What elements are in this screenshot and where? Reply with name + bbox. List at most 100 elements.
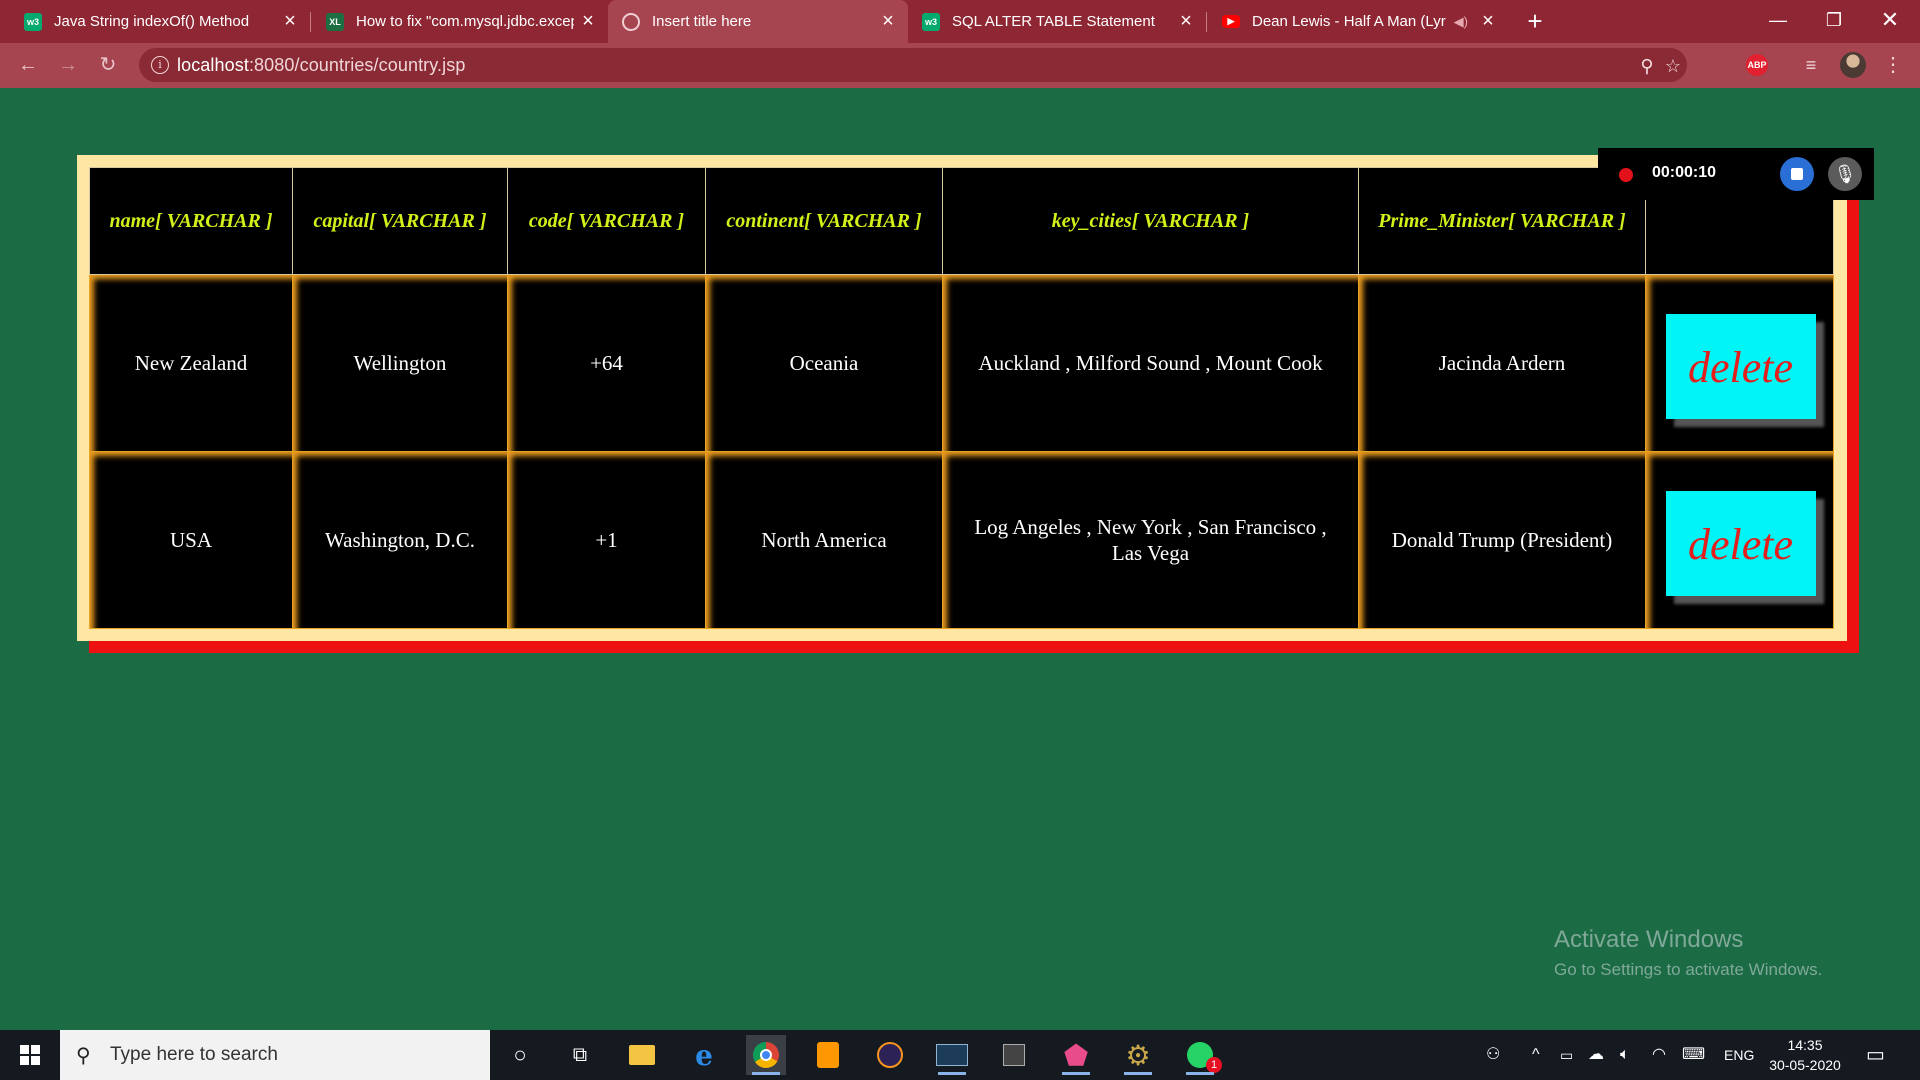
close-icon[interactable]: × xyxy=(574,10,602,33)
cell-key-cities: Auckland , Milford Sound , Mount Cook xyxy=(942,274,1359,452)
mysql-workbench-icon[interactable] xyxy=(932,1035,972,1075)
delete-button[interactable]: delete xyxy=(1665,313,1816,419)
eclipse-icon[interactable] xyxy=(870,1035,910,1075)
language-indicator[interactable]: ENG xyxy=(1724,1030,1754,1080)
delete-button[interactable]: delete xyxy=(1665,490,1816,596)
url-text[interactable]: localhost:8080/countries/country.jsp xyxy=(177,55,465,76)
cell-code: +1 xyxy=(507,451,706,629)
tab-title: Insert title here xyxy=(652,13,752,30)
sublime-text-icon[interactable] xyxy=(808,1035,848,1075)
cell-name: USA xyxy=(89,451,293,629)
reload-button[interactable]: ↻ xyxy=(94,51,122,79)
excel-icon: XL xyxy=(326,12,344,31)
new-tab-button[interactable]: + xyxy=(1518,4,1552,38)
speaker-icon[interactable]: ◀) xyxy=(1454,14,1468,30)
media-queue-icon[interactable]: ≡ xyxy=(1798,52,1824,78)
battery-icon[interactable]: ▭ xyxy=(1560,1030,1573,1080)
tab-java-indexof[interactable]: w3 Java String indexOf() Method × xyxy=(10,0,310,43)
keyboard-icon[interactable]: ⌨ xyxy=(1682,1030,1705,1080)
people-icon[interactable]: ⚇ xyxy=(1486,1030,1500,1080)
onedrive-icon[interactable]: ☁ xyxy=(1588,1030,1604,1080)
recording-timer: 00:00:10 xyxy=(1652,164,1717,181)
w3schools-icon: w3 xyxy=(24,12,42,31)
taskbar: ⚲ Type here to search ○ ⧉ e ⬟ ⚙ 1 ⚇ ^ ▭ … xyxy=(0,1030,1920,1080)
cell-name: New Zealand xyxy=(89,274,293,452)
recording-dot-icon xyxy=(1619,168,1633,182)
address-bar[interactable]: i localhost:8080/countries/country.jsp ⚲… xyxy=(139,48,1687,82)
countries-table: name[ VARCHAR ] capital[ VARCHAR ] code[… xyxy=(89,167,1834,629)
edge-icon[interactable]: e xyxy=(684,1035,724,1075)
tab-title: Java String indexOf() Method xyxy=(54,13,250,30)
cell-code: +64 xyxy=(507,274,706,452)
cell-continent: North America xyxy=(705,451,943,629)
wifi-icon[interactable]: ◠ xyxy=(1652,1030,1666,1080)
whatsapp-icon[interactable]: 1 xyxy=(1180,1035,1222,1075)
cortana-icon[interactable]: ○ xyxy=(500,1035,540,1075)
mic-muted-icon[interactable]: 🎙︎ xyxy=(1828,157,1862,191)
clock[interactable]: 14:35 30-05-2020 xyxy=(1760,1035,1850,1075)
close-icon[interactable]: × xyxy=(1474,10,1502,33)
menu-icon[interactable]: ⋮ xyxy=(1880,52,1906,78)
cell-capital: Wellington xyxy=(292,274,508,452)
cell-capital: Washington, D.C. xyxy=(292,451,508,629)
vscode-like-icon[interactable] xyxy=(994,1035,1034,1075)
watermark-title: Activate Windows xyxy=(1554,926,1744,953)
show-hidden-icons[interactable]: ^ xyxy=(1532,1030,1540,1080)
cell-prime-minister: Jacinda Ardern xyxy=(1358,274,1646,452)
table-row: USA Washington, D.C. +1 North America Lo… xyxy=(89,451,1834,629)
countries-table-container: name[ VARCHAR ] capital[ VARCHAR ] code[… xyxy=(77,155,1847,641)
close-icon[interactable]: × xyxy=(276,10,304,33)
cell-continent: Oceania xyxy=(705,274,943,452)
file-explorer-icon[interactable] xyxy=(622,1035,662,1075)
watermark-subtitle: Go to Settings to activate Windows. xyxy=(1554,960,1823,979)
activate-windows-watermark: Activate Windows Go to Settings to activ… xyxy=(1554,926,1822,980)
tab-mysql-fix[interactable]: XL How to fix "com.mysql.jdbc.excep × xyxy=(312,0,608,43)
taskbar-search[interactable]: ⚲ Type here to search xyxy=(60,1030,490,1080)
notifications-icon[interactable]: ▭ xyxy=(1866,1030,1885,1080)
bookmark-star-icon[interactable]: ☆ xyxy=(1663,56,1683,76)
restore-button[interactable]: ❐ xyxy=(1806,0,1862,40)
table-header-row: name[ VARCHAR ] capital[ VARCHAR ] code[… xyxy=(89,167,1834,275)
stop-recording-button[interactable] xyxy=(1780,157,1814,191)
info-icon[interactable]: i xyxy=(151,56,169,74)
adblock-plus-icon[interactable]: ABP xyxy=(1746,54,1768,76)
close-icon[interactable]: × xyxy=(874,10,902,33)
table-row: New Zealand Wellington +64 Oceania Auckl… xyxy=(89,274,1834,452)
column-header-continent: continent[ VARCHAR ] xyxy=(705,167,943,275)
close-icon[interactable]: × xyxy=(1172,10,1200,33)
back-button[interactable]: ← xyxy=(14,51,42,79)
w3schools-icon: w3 xyxy=(922,12,940,31)
tab-sql-alter[interactable]: w3 SQL ALTER TABLE Statement × xyxy=(908,0,1206,43)
settings-gear-icon[interactable]: ⚙ xyxy=(1118,1035,1158,1075)
chrome-icon[interactable] xyxy=(746,1035,786,1075)
task-view-icon[interactable]: ⧉ xyxy=(560,1035,600,1075)
profile-avatar[interactable] xyxy=(1840,52,1866,78)
browser-toolbar: ← → ↻ i localhost:8080/countries/country… xyxy=(0,43,1920,88)
zoom-icon[interactable]: ⚲ xyxy=(1637,56,1657,76)
tab-title: SQL ALTER TABLE Statement xyxy=(952,13,1155,30)
tab-youtube[interactable]: ▶ Dean Lewis - Half A Man (Lyr ◀) × xyxy=(1208,0,1508,43)
tab-title: How to fix "com.mysql.jdbc.excep xyxy=(356,13,574,30)
search-icon: ⚲ xyxy=(76,1045,91,1067)
volume-icon[interactable]: 🔈︎ xyxy=(1620,1030,1630,1080)
cell-key-cities: Log Angeles , New York , San Francisco ,… xyxy=(942,451,1359,629)
notification-badge: 1 xyxy=(1206,1057,1222,1073)
close-window-button[interactable]: ✕ xyxy=(1862,0,1918,40)
cell-action: delete xyxy=(1645,451,1834,629)
clock-time: 14:35 xyxy=(1787,1037,1823,1053)
column-header-capital: capital[ VARCHAR ] xyxy=(292,167,508,275)
start-button[interactable] xyxy=(0,1030,60,1080)
globe-icon xyxy=(622,12,640,31)
tab-strip: w3 Java String indexOf() Method × XL How… xyxy=(0,0,1920,43)
clock-date: 30-05-2020 xyxy=(1769,1057,1841,1073)
windows-logo-icon xyxy=(20,1045,40,1065)
minimize-button[interactable]: — xyxy=(1750,0,1806,40)
column-header-code: code[ VARCHAR ] xyxy=(507,167,706,275)
youtube-icon: ▶ xyxy=(1222,15,1240,28)
forward-button[interactable]: → xyxy=(54,51,82,79)
cell-prime-minister: Donald Trump (President) xyxy=(1358,451,1646,629)
pentagon-app-icon[interactable]: ⬟ xyxy=(1056,1035,1096,1075)
tab-insert-title[interactable]: Insert title here × xyxy=(608,0,908,43)
cell-action: delete xyxy=(1645,274,1834,452)
tab-title: Dean Lewis - Half A Man (Lyr xyxy=(1252,13,1446,30)
